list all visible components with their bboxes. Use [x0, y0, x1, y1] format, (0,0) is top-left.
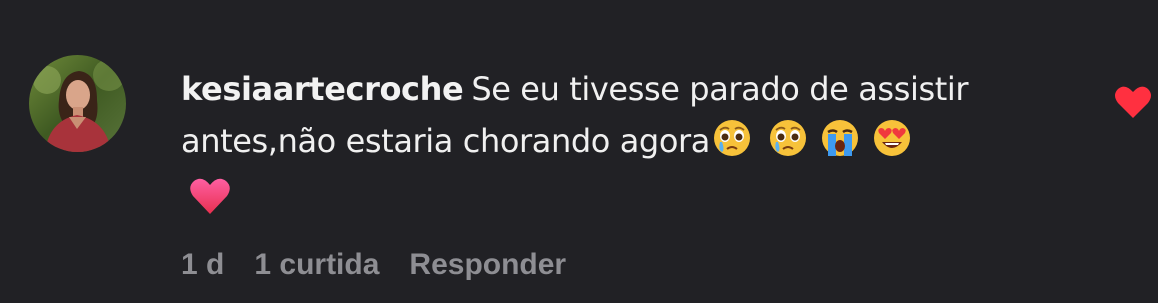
comment-text: kesiaartecroche Se eu tivesse parado de a…: [181, 63, 1061, 167]
avatar[interactable]: [29, 55, 126, 152]
comment-likes-count[interactable]: 1 curtida: [254, 248, 379, 281]
heart-eyes-face-icon: [872, 118, 912, 158]
pleading-face-tears-icon: [712, 118, 752, 158]
pleading-face-tears-icon: [768, 118, 808, 158]
comment-meta: 1 d 1 curtida Responder: [181, 248, 596, 282]
comment-item: kesiaartecroche Se eu tivesse parado de a…: [0, 0, 1158, 303]
like-heart-icon[interactable]: [1114, 84, 1152, 120]
comment-time: 1 d: [181, 248, 225, 281]
reply-button[interactable]: Responder: [409, 248, 566, 281]
pink-heart-icon: [188, 174, 232, 218]
loudly-crying-face-icon: [820, 118, 860, 158]
comment-username[interactable]: kesiaartecroche: [181, 70, 464, 108]
